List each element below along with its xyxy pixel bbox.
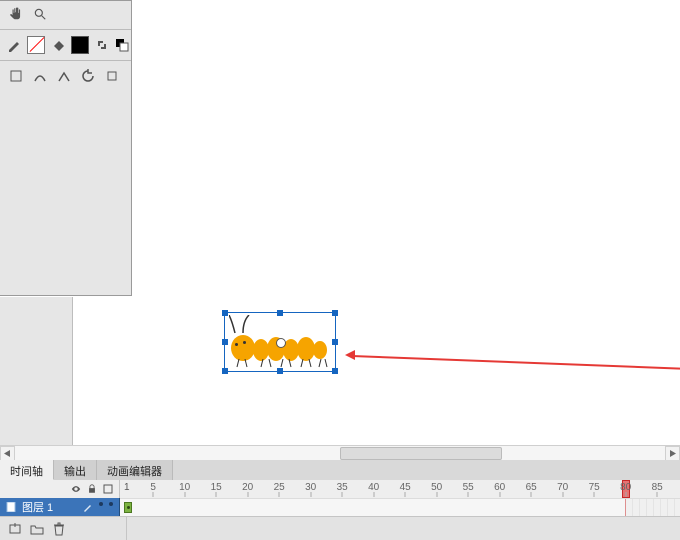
resize-handle-mr[interactable] bbox=[332, 339, 338, 345]
transform-pivot[interactable] bbox=[276, 338, 286, 348]
annotation-arrow-line bbox=[352, 355, 680, 372]
triangle-right-icon bbox=[669, 450, 676, 457]
resize-handle-tr[interactable] bbox=[332, 310, 338, 316]
black-swatch[interactable] bbox=[70, 35, 90, 55]
resize-handle-bm[interactable] bbox=[277, 368, 283, 374]
bucket-icon bbox=[51, 38, 65, 52]
eye-icon[interactable] bbox=[71, 484, 81, 494]
option-smooth[interactable] bbox=[30, 66, 50, 86]
layer-name-text: 图层 1 bbox=[22, 499, 53, 515]
rotate-icon bbox=[81, 69, 95, 83]
new-layer-icon bbox=[8, 522, 22, 536]
antennae-icon bbox=[229, 315, 259, 335]
magnifier-icon bbox=[33, 7, 47, 21]
curve-icon bbox=[33, 69, 47, 83]
frame-1-label: 1 bbox=[124, 482, 130, 493]
timeline-layer-row: 图层 1 bbox=[0, 498, 680, 516]
rect-icon bbox=[9, 69, 23, 83]
bottom-tabs: 时间轴 输出 动画编辑器 bbox=[0, 460, 680, 481]
resize-handle-tm[interactable] bbox=[277, 310, 283, 316]
lock-dot[interactable] bbox=[109, 502, 113, 506]
layer-frame-track[interactable] bbox=[120, 498, 680, 516]
new-layer-button[interactable] bbox=[6, 520, 24, 538]
swap-colors[interactable] bbox=[94, 35, 110, 55]
selection-bounding-box[interactable] bbox=[224, 312, 336, 372]
trash-icon bbox=[52, 522, 66, 536]
left-gutter bbox=[0, 297, 73, 446]
option-misc[interactable] bbox=[102, 66, 122, 86]
delete-layer-button[interactable] bbox=[50, 520, 68, 538]
layer-header-icons bbox=[0, 480, 120, 498]
scroll-thumb[interactable] bbox=[340, 447, 502, 460]
resize-handle-tl[interactable] bbox=[222, 310, 228, 316]
vis-dot[interactable] bbox=[99, 502, 103, 506]
outline-icon[interactable] bbox=[103, 484, 113, 494]
square-icon bbox=[105, 69, 119, 83]
resize-handle-ml[interactable] bbox=[222, 339, 228, 345]
new-folder-button[interactable] bbox=[28, 520, 46, 538]
no-fill-swatch[interactable] bbox=[26, 35, 46, 55]
tab-timeline[interactable]: 时间轴 bbox=[0, 460, 54, 480]
annotation-arrow-head bbox=[345, 350, 355, 360]
folder-icon bbox=[30, 522, 44, 536]
fill-color-swatch[interactable] bbox=[50, 35, 66, 55]
pencil-icon bbox=[7, 38, 21, 52]
swap-icon bbox=[95, 38, 109, 52]
hand-icon bbox=[9, 7, 23, 21]
layer-footer bbox=[0, 516, 680, 540]
page-icon bbox=[6, 502, 16, 512]
tools-panel bbox=[0, 0, 132, 296]
option-straighten[interactable] bbox=[54, 66, 74, 86]
triangle-left-icon bbox=[4, 450, 11, 457]
stroke-color-swatch[interactable] bbox=[6, 35, 22, 55]
hand-tool[interactable] bbox=[6, 4, 26, 24]
resize-handle-br[interactable] bbox=[332, 368, 338, 374]
scroll-right-button[interactable] bbox=[665, 446, 680, 461]
option-snap[interactable] bbox=[6, 66, 26, 86]
lock-icon[interactable] bbox=[87, 484, 97, 494]
tab-motion-editor[interactable]: 动画编辑器 bbox=[97, 460, 173, 480]
tab-output[interactable]: 输出 bbox=[54, 460, 97, 480]
scroll-track[interactable] bbox=[15, 446, 665, 461]
default-colors[interactable] bbox=[114, 35, 130, 55]
resize-handle-bl[interactable] bbox=[222, 368, 228, 374]
timeline-ruler[interactable]: 1 51015202530354045505560657075808590 bbox=[0, 480, 680, 499]
legs-icon bbox=[235, 359, 335, 369]
angle-icon bbox=[57, 69, 71, 83]
frame-ruler-ticks[interactable]: 1 51015202530354045505560657075808590 bbox=[120, 480, 680, 498]
option-rotate[interactable] bbox=[78, 66, 98, 86]
trailing-frames bbox=[626, 499, 680, 516]
keyframe-marker[interactable] bbox=[124, 502, 132, 513]
default-colors-icon bbox=[115, 38, 129, 52]
pencil-small-icon bbox=[83, 502, 93, 512]
zoom-tool[interactable] bbox=[30, 4, 50, 24]
scroll-left-button[interactable] bbox=[0, 446, 15, 461]
layer-label[interactable]: 图层 1 bbox=[0, 498, 120, 516]
